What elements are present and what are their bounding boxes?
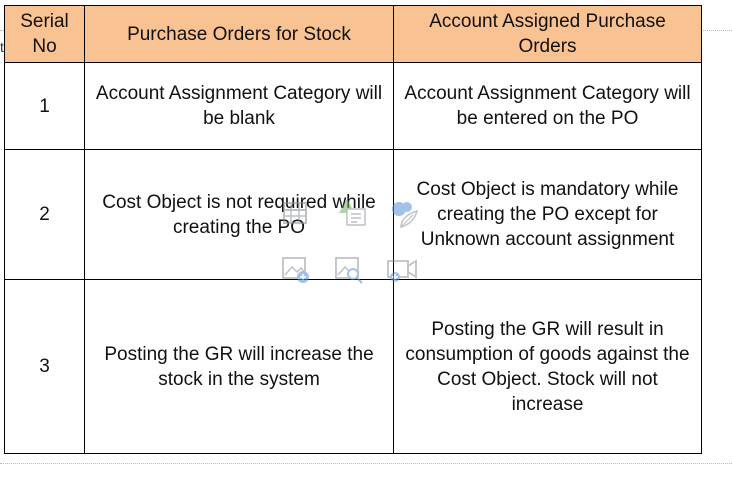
insert-picture-icon[interactable] [280,254,312,286]
cell-assigned: Cost Object is mandatory while creating … [393,149,702,280]
cell-assigned: Account Assignment Category will be ente… [393,62,702,150]
bottom-dotted-border [0,463,732,464]
cell-serial: 2 [4,149,85,280]
table-row: 1 Account Assignment Category will be bl… [4,62,702,150]
header-account-assigned-po: Account Assigned Purchase Orders [393,5,702,63]
table-row: 3 Posting the GR will increase the stock… [4,279,702,454]
header-serial-no: Serial No [4,5,85,63]
header-stock-po: Purchase Orders for Stock [84,5,394,63]
insert-table-icon[interactable] [280,198,310,228]
cell-serial: 1 [4,62,85,150]
insert-online-picture-icon[interactable] [333,254,365,286]
cell-stock: Account Assignment Category will be blan… [84,62,394,150]
cell-stock: Posting the GR will increase the stock i… [84,279,394,454]
table-header-row: Serial No Purchase Orders for Stock Acco… [4,5,702,63]
cell-assigned: Posting the GR will result in consumptio… [393,279,702,454]
cell-serial: 3 [4,279,85,454]
insert-smartart-icon[interactable] [386,196,422,232]
insert-video-icon[interactable] [385,254,419,286]
insert-chart-icon[interactable] [334,194,370,230]
